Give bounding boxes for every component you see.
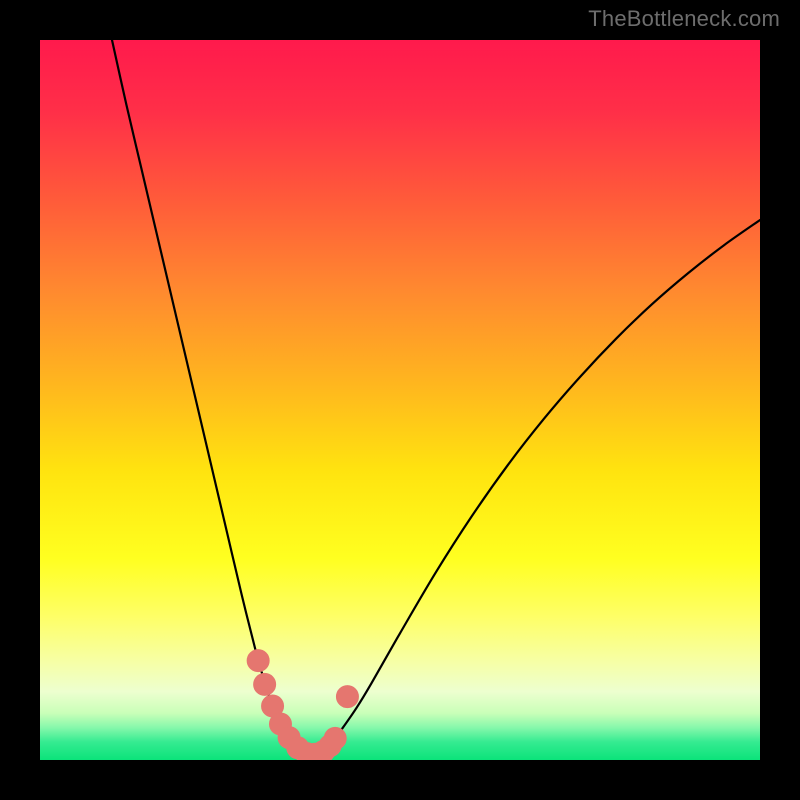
curve-layer (40, 40, 760, 760)
plot-area (40, 40, 760, 760)
bottleneck-curve-right (306, 220, 760, 759)
marker-point (336, 686, 358, 708)
marker-point (247, 650, 269, 672)
bottleneck-curve-left (112, 40, 306, 759)
marker-point (324, 727, 346, 749)
marker-point (254, 673, 276, 695)
marker-group (247, 650, 358, 760)
chart-frame: TheBottleneck.com (0, 0, 800, 800)
watermark-text: TheBottleneck.com (588, 6, 780, 32)
